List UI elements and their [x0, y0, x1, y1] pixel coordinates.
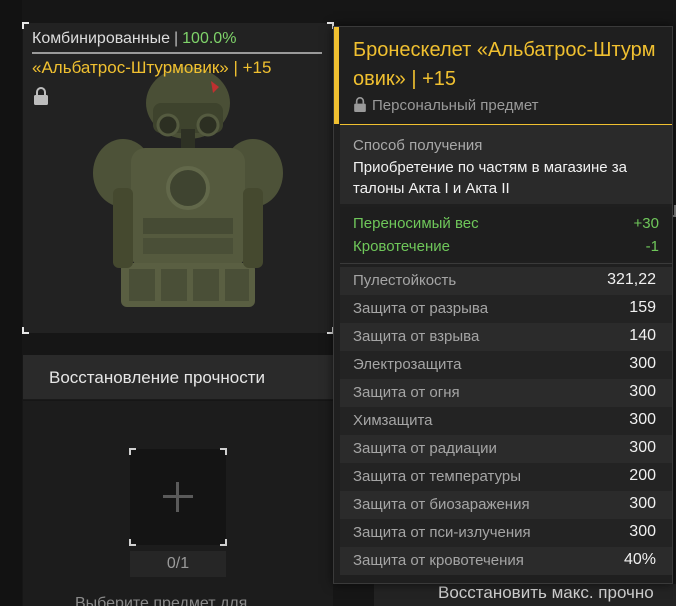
stat-row: Защита от биозаражения 300: [340, 491, 672, 519]
stat-name: Защита от взрыва: [353, 328, 480, 345]
stat-name: Защита от биозаражения: [353, 496, 530, 513]
modifier-name: Кровотечение: [353, 238, 450, 255]
stat-row: Защита от радиации 300: [340, 435, 672, 463]
armor-image: [93, 67, 283, 307]
stat-row: Защита от кровотечения 40%: [340, 547, 672, 575]
repair-title: Восстановление прочности: [49, 368, 265, 387]
stat-value: 300: [629, 383, 656, 400]
stat-value: 200: [629, 467, 656, 484]
obtain-text: Приобретение по частям в магазине за тал…: [353, 159, 627, 197]
slot-corner: [129, 539, 136, 546]
stat-name: Защита от разрыва: [353, 300, 489, 317]
stat-name: Электрозащита: [353, 356, 462, 373]
stat-name: Защита от радиации: [353, 440, 497, 457]
left-edge-panel: [0, 0, 22, 606]
repair-panel: 0/1 Выберите предмет для: [23, 401, 333, 606]
lock-icon: [354, 97, 366, 112]
stat-row: Химзащита 300: [340, 407, 672, 435]
stat-row: Защита от температуры 200: [340, 463, 672, 491]
durability-bar: [32, 52, 322, 54]
stat-row: Защита от разрыва 159: [340, 295, 672, 323]
item-category-line: Комбинированные | 100.0%: [32, 30, 236, 48]
item-name: «Альбатрос-Штурмовик» | +15: [32, 58, 272, 77]
stat-name: Защита от огня: [353, 384, 460, 401]
stat-name: Защита от кровотечения: [353, 552, 524, 569]
slot-corner: [220, 448, 227, 455]
stat-value: 300: [629, 411, 656, 428]
stat-value: 40%: [623, 551, 656, 568]
personal-item-line: Персональный предмет: [354, 97, 539, 114]
category-separator: |: [174, 30, 179, 47]
plus-icon: [163, 482, 193, 512]
restore-max-label: Восстановить макс. прочно: [438, 583, 654, 602]
repair-hint: Выберите предмет для: [75, 595, 248, 606]
item-card[interactable]: Комбинированные | 100.0% «Альбатрос-Штурмо…: [22, 22, 334, 334]
item-tooltip: Бронескелет «Альбатрос-Штурмовик» | +15 …: [333, 26, 673, 584]
item-category: Комбинированные: [32, 30, 170, 47]
stat-value: 300: [629, 355, 656, 372]
stat-value: 159: [629, 299, 656, 316]
personal-item-label: Персональный предмет: [372, 97, 539, 114]
stat-value: 300: [629, 439, 656, 456]
modifiers-section: Переносимый вес +30 Кровотечение -1: [340, 207, 672, 261]
stat-row: Защита от пси-излучения 300: [340, 519, 672, 547]
stat-name: Защита от пси-излучения: [353, 524, 531, 541]
stat-value: 300: [629, 523, 656, 540]
stat-value: 321,22: [607, 271, 656, 288]
stat-name: Химзащита: [353, 412, 433, 429]
item-durability: 100.0%: [182, 30, 237, 47]
repair-header: Восстановление прочности: [23, 355, 333, 400]
modifier-value: +30: [633, 215, 659, 232]
modifier-value: -1: [645, 238, 659, 255]
tooltip-title: Бронескелет «Альбатрос-Штурмовик» | +15: [353, 39, 656, 90]
modifier-row: Кровотечение -1: [353, 238, 659, 255]
tooltip-divider: [340, 263, 672, 264]
stat-value: 140: [629, 327, 656, 344]
repair-item-slot[interactable]: [129, 448, 227, 546]
lock-icon: [34, 87, 48, 105]
modifier-name: Переносимый вес: [353, 215, 479, 232]
tooltip-accent-bar: [334, 27, 339, 124]
stat-name: Пулестойкость: [353, 272, 457, 289]
obtain-section: Способ получения Приобретение по частям …: [340, 125, 672, 204]
slot-corner: [129, 448, 136, 455]
card-corner: [22, 327, 29, 334]
repair-count: 0/1: [130, 551, 226, 577]
modifier-row: Переносимый вес +30: [353, 215, 659, 232]
stat-row: Электрозащита 300: [340, 351, 672, 379]
obtain-label: Способ получения: [353, 137, 483, 154]
stat-row: Защита от огня 300: [340, 379, 672, 407]
stat-row: Защита от взрыва 140: [340, 323, 672, 351]
stat-row: Пулестойкость 321,22: [340, 267, 672, 295]
slot-corner: [220, 539, 227, 546]
stat-name: Защита от температуры: [353, 468, 522, 485]
stat-value: 300: [629, 495, 656, 512]
card-corner: [22, 22, 29, 29]
